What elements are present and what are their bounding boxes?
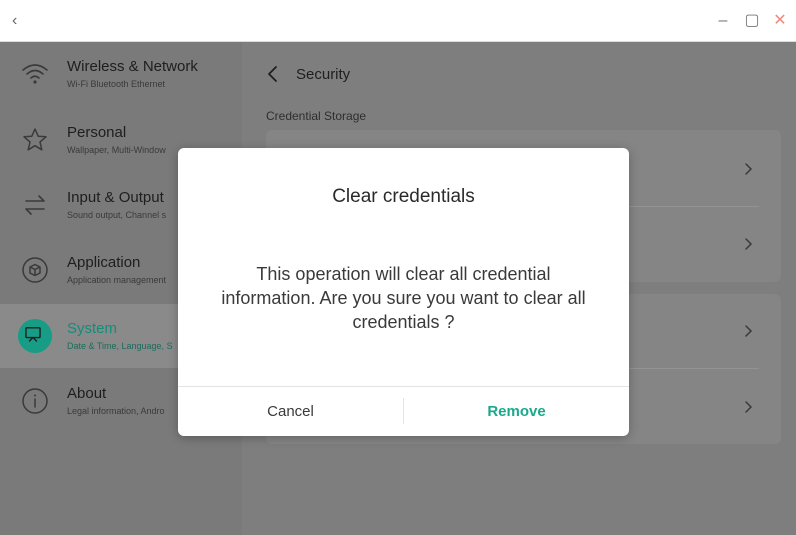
sidebar-item-title: Wireless & Network xyxy=(67,58,198,75)
sidebar-item-title: Personal xyxy=(67,124,127,141)
sidebar-item-subtitle: Wallpaper, Multi-Window xyxy=(67,145,166,155)
sidebar-item-title: About xyxy=(67,385,107,402)
dialog-title: Clear credentials xyxy=(332,186,475,207)
window-back-icon[interactable]: ‹ xyxy=(12,13,28,29)
back-chevron-icon[interactable] xyxy=(266,64,280,84)
sidebar-item-subtitle: Date & Time, Language, S xyxy=(67,341,173,351)
swap-arrows-icon xyxy=(20,190,50,220)
maximize-icon[interactable]: ▢ xyxy=(743,12,761,30)
sidebar-item-subtitle: Sound output, Channel s xyxy=(67,210,167,220)
wifi-icon xyxy=(20,59,50,89)
page-title: Security xyxy=(296,66,351,83)
sidebar-item-wireless-network[interactable]: Wireless & Network Wi-Fi Bluetooth Ether… xyxy=(0,42,242,106)
remove-button[interactable]: Remove xyxy=(404,387,629,436)
monitor-icon xyxy=(18,319,52,353)
minimize-icon[interactable]: – xyxy=(714,12,732,30)
info-icon xyxy=(20,386,50,416)
chevron-right-icon[interactable] xyxy=(743,162,753,176)
dialog-message: This operation will clear all credential… xyxy=(221,264,586,332)
clear-credentials-dialog: Clear credentials This operation will cl… xyxy=(178,148,629,436)
chevron-right-icon[interactable] xyxy=(743,237,753,251)
cube-icon xyxy=(20,255,50,285)
star-icon xyxy=(20,125,50,155)
sidebar-item-subtitle: Wi-Fi Bluetooth Ethernet xyxy=(67,79,166,89)
close-icon[interactable]: ✕ xyxy=(771,12,789,30)
chevron-right-icon[interactable] xyxy=(743,400,753,414)
sidebar-item-subtitle: Legal information, Andro xyxy=(67,406,165,416)
sidebar-item-title: System xyxy=(67,320,118,337)
chevron-right-icon[interactable] xyxy=(743,324,753,338)
sidebar-item-title: Application xyxy=(67,254,141,271)
sidebar-item-title: Input & Output xyxy=(67,189,164,206)
window-titlebar: ‹ – ▢ ✕ xyxy=(0,0,796,42)
cancel-button[interactable]: Cancel xyxy=(178,387,403,436)
sidebar-item-subtitle: Application management xyxy=(67,275,167,285)
section-label: Credential Storage xyxy=(266,109,367,123)
